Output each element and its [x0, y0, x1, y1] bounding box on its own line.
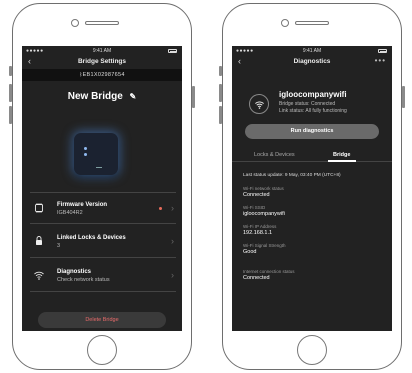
- serial-banner: ᛒEB1X02987654: [22, 69, 182, 81]
- wifi-ip-address-field: Wi-Fi IP Address 192.168.1.1: [243, 224, 388, 236]
- link-status-text: Link status: All fully functioning: [279, 108, 347, 114]
- lock-icon: [32, 235, 46, 249]
- chip-icon: [32, 202, 46, 216]
- field-label: Wi-Fi IP Address: [243, 224, 277, 229]
- status-bar: ●●●●● 9:41 AM: [232, 46, 392, 55]
- field-value: Good: [243, 249, 257, 255]
- linked-locks-row[interactable]: Linked Locks & Devices 3 ›: [30, 226, 176, 258]
- field-value: Connected: [243, 192, 270, 198]
- volume-down-button: [9, 106, 12, 124]
- home-button[interactable]: [87, 335, 117, 365]
- wifi-icon: [32, 269, 46, 283]
- power-button: [192, 86, 195, 108]
- tab-locks-devices[interactable]: Locks & Devices: [254, 152, 295, 158]
- diagnostics-label: Diagnostics: [57, 269, 92, 275]
- nav-bar: ‹ Diagnostics •••: [232, 55, 392, 69]
- phone-frame-left: ●●●●● 9:41 AM ‹ Bridge Settings ᛒEB1X029…: [9, 3, 195, 370]
- firmware-version-value: IGB404R2: [57, 210, 83, 216]
- device-logo: ▬▬: [96, 165, 102, 169]
- volume-up-button: [219, 84, 222, 102]
- battery-icon: [168, 49, 177, 53]
- linked-locks-count: 3: [57, 243, 61, 249]
- volume-down-button: [219, 106, 222, 124]
- field-value: Connected: [243, 275, 270, 281]
- linked-locks-label: Linked Locks & Devices: [57, 235, 126, 241]
- wifi-signal-strength-field: Wi-Fi Signal Strength Good: [243, 243, 388, 255]
- phone-frame-right: ●●●●● 9:41 AM ‹ Diagnostics ••• igloocom…: [219, 3, 405, 370]
- diagnostics-screen: ●●●●● 9:41 AM ‹ Diagnostics ••• igloocom…: [232, 46, 392, 331]
- bridge-name-heading: New Bridge ✎: [22, 91, 182, 102]
- last-status-update: Last status update: 9 May, 03:40 PM (UTC…: [243, 173, 341, 178]
- diagnostics-row[interactable]: Diagnostics Check network status ›: [30, 260, 176, 292]
- chevron-right-icon: ›: [171, 236, 174, 246]
- update-alert-dot: [159, 207, 162, 210]
- edit-pencil-icon[interactable]: ✎: [130, 92, 137, 101]
- chevron-right-icon: ›: [171, 203, 174, 213]
- more-options-icon[interactable]: •••: [375, 56, 386, 65]
- serial-number: EB1X02987654: [82, 72, 125, 78]
- bridge-settings-screen: ●●●●● 9:41 AM ‹ Bridge Settings ᛒEB1X029…: [22, 46, 182, 331]
- volume-up-button: [9, 84, 12, 102]
- bridge-status-text: Bridge status: Connected: [279, 101, 336, 107]
- status-time: 9:41 AM: [302, 48, 322, 54]
- mute-switch: [9, 66, 12, 76]
- bridge-device-image: ▬▬: [74, 133, 118, 175]
- network-name: igloocompanywifi: [279, 90, 347, 99]
- bridge-name: New Bridge: [67, 91, 123, 102]
- field-label: Wi-Fi SSID: [243, 205, 266, 210]
- wifi-network-status-field: Wi-Fi network status Connected: [243, 186, 388, 198]
- home-button[interactable]: [297, 335, 327, 365]
- field-label: Internet connection status: [243, 269, 295, 274]
- earpiece-speaker: [85, 21, 119, 25]
- nav-bar: ‹ Bridge Settings: [22, 55, 182, 69]
- device-led-top: [84, 147, 87, 150]
- page-title: Bridge Settings: [77, 58, 127, 65]
- front-camera: [281, 19, 289, 27]
- diagnostics-subtitle: Check network status: [57, 277, 110, 283]
- battery-icon: [378, 49, 387, 53]
- status-time: 9:41 AM: [92, 48, 112, 54]
- wifi-ssid-field: Wi-Fi SSID igloocompanywifi: [243, 205, 388, 217]
- delete-bridge-button[interactable]: Delete Bridge: [38, 312, 166, 328]
- field-label: Wi-Fi network status: [243, 186, 284, 191]
- active-tab-indicator: [328, 160, 356, 162]
- status-bar: ●●●●● 9:41 AM: [22, 46, 182, 55]
- earpiece-speaker: [295, 21, 329, 25]
- internet-connection-status-field: Internet connection status Connected: [243, 269, 388, 281]
- wifi-status-icon: [249, 94, 269, 114]
- field-value: igloocompanywifi: [243, 211, 285, 217]
- front-camera: [71, 19, 79, 27]
- power-button: [402, 86, 405, 108]
- diagnostics-tabs: Locks & Devices Bridge: [232, 146, 392, 162]
- field-label: Wi-Fi Signal Strength: [243, 243, 286, 248]
- mute-switch: [219, 66, 222, 76]
- page-title: Diagnostics: [293, 58, 331, 65]
- tab-bridge[interactable]: Bridge: [333, 152, 350, 158]
- run-diagnostics-button[interactable]: Run diagnostics: [245, 124, 379, 139]
- device-led-bottom: [84, 153, 87, 156]
- field-value: 192.168.1.1: [243, 230, 273, 236]
- firmware-version-label: Firmware Version: [57, 202, 108, 208]
- chevron-right-icon: ›: [171, 270, 174, 280]
- firmware-version-row[interactable]: Firmware Version IGB404R2 ›: [30, 192, 176, 224]
